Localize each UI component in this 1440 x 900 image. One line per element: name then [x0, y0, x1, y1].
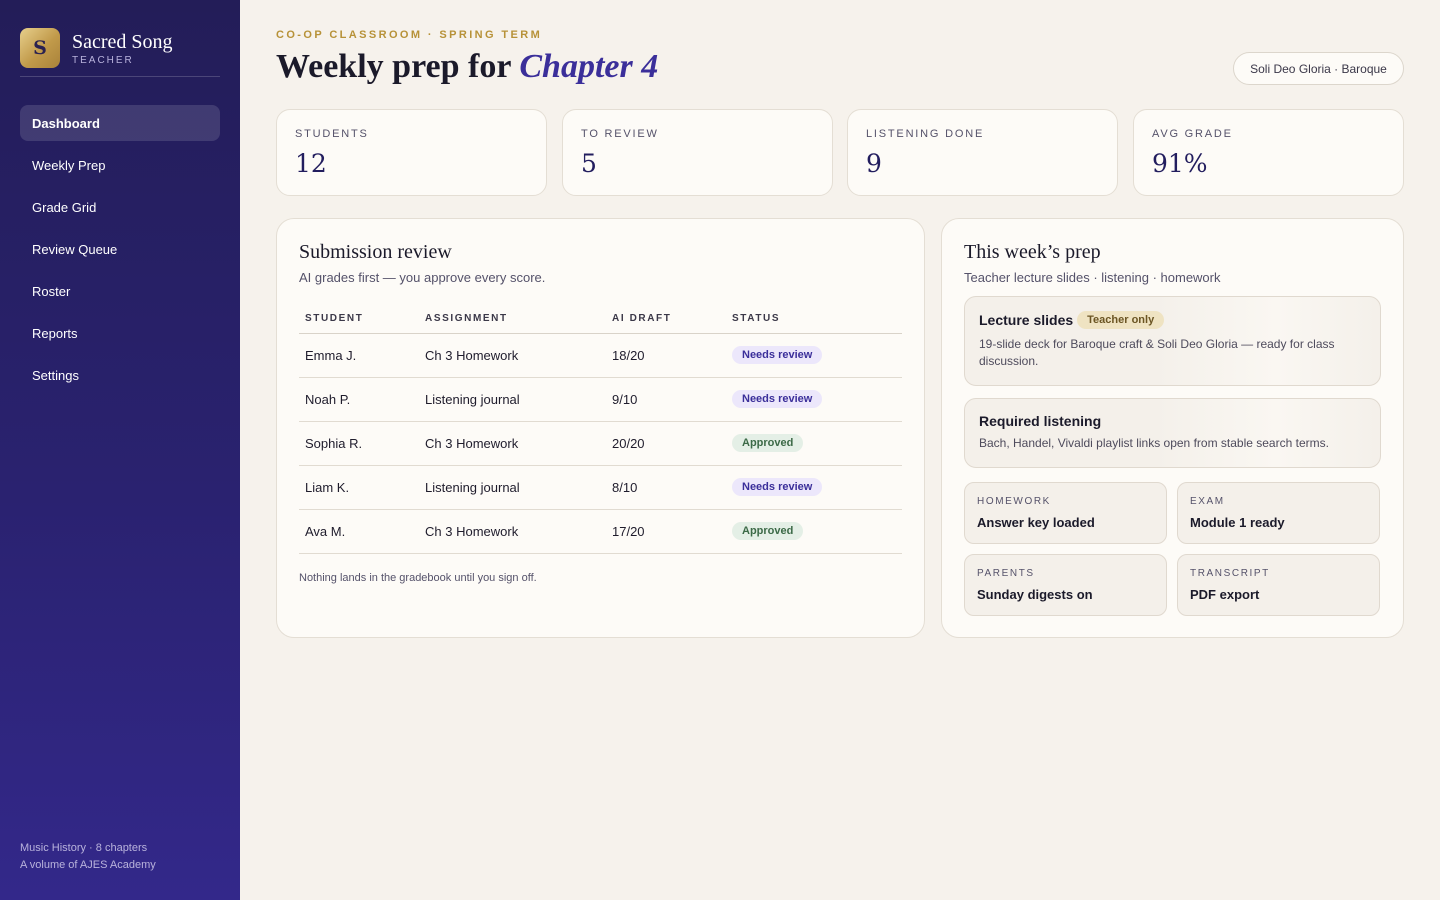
page-title: Weekly prep for Chapter 4	[276, 46, 658, 88]
cell-status: Needs review	[726, 377, 902, 422]
brand-text: Sacred Song TEACHER	[72, 31, 173, 66]
page-eyebrow: CO-OP CLASSROOM · SPRING TERM	[276, 29, 543, 41]
unit-chip[interactable]: Soli Deo Gloria · Baroque	[1233, 52, 1404, 85]
sidebar-item-settings[interactable]: Settings	[20, 357, 220, 393]
status-badge[interactable]: Needs review	[732, 390, 823, 408]
stat-value: 5	[581, 149, 597, 178]
cell-student: Sophia R.	[299, 421, 419, 466]
column-header-student[interactable]: STUDENT	[299, 304, 419, 334]
sidebar-item-dashboard[interactable]: Dashboard	[20, 105, 220, 141]
column-header-ai-draft[interactable]: AI DRAFT	[606, 304, 726, 334]
column-header-status[interactable]: STATUS	[726, 304, 902, 334]
lecture-slides-card[interactable]: Lecture slides Teacher only 19-slide dec…	[964, 296, 1381, 386]
sidebar-footer: Music History · 8 chapters A volume of A…	[20, 840, 156, 874]
stat-value: 12	[295, 149, 327, 178]
panel-subtitle: Teacher lecture slides · listening · hom…	[964, 270, 1221, 285]
cell-assignment: Ch 3 Homework	[419, 421, 606, 466]
course-info: Music History · 8 chapters	[20, 842, 148, 854]
table-footnote: Nothing lands in the gradebook until you…	[299, 571, 537, 584]
tile-label: EXAM	[1190, 496, 1225, 507]
table-header-row: STUDENT ASSIGNMENT AI DRAFT STATUS	[299, 304, 902, 334]
sidebar-nav: Dashboard Weekly Prep Grade Grid Review …	[20, 105, 220, 399]
status-badge[interactable]: Needs review	[732, 346, 823, 364]
cell-status: Approved	[726, 421, 902, 466]
exam-tile[interactable]: EXAM Module 1 ready	[1177, 482, 1380, 544]
lecture-slides-header: Lecture slides Teacher only	[979, 311, 1366, 329]
table-row[interactable]: Ava M. Ch 3 Homework 17/20 Approved	[299, 509, 902, 554]
cell-assignment: Listening journal	[419, 377, 606, 422]
stat-card-students: STUDENTS 12	[276, 109, 547, 196]
sidebar: S Sacred Song TEACHER Dashboard Weekly P…	[0, 0, 240, 900]
cell-student: Noah P.	[299, 377, 419, 422]
cell-status: Needs review	[726, 465, 902, 510]
tile-value: Module 1 ready	[1190, 515, 1285, 530]
cell-student: Liam K.	[299, 465, 419, 510]
tile-label: TRANSCRIPT	[1190, 568, 1270, 579]
page-title-prefix: Weekly prep for	[276, 48, 511, 85]
cell-ai-draft: 20/20	[606, 421, 726, 466]
stat-label: LISTENING DONE	[866, 128, 985, 140]
sidebar-item-reports[interactable]: Reports	[20, 315, 220, 351]
sidebar-item-weekly-prep[interactable]: Weekly Prep	[20, 147, 220, 183]
cell-ai-draft: 17/20	[606, 509, 726, 554]
stat-label: STUDENTS	[295, 128, 369, 140]
required-listening-header: Required listening	[979, 413, 1366, 429]
cell-student: Ava M.	[299, 509, 419, 554]
user-role: TEACHER	[72, 54, 134, 66]
status-badge[interactable]: Approved	[732, 522, 804, 540]
page-title-chapter: Chapter 4	[519, 48, 659, 85]
tile-value: Sunday digests on	[977, 587, 1093, 602]
brand[interactable]: S Sacred Song TEACHER	[20, 28, 173, 68]
column-header-assignment[interactable]: ASSIGNMENT	[419, 304, 606, 334]
stat-label: TO REVIEW	[581, 128, 659, 140]
tile-value: PDF export	[1190, 587, 1260, 602]
cell-ai-draft: 9/10	[606, 377, 726, 422]
status-badge[interactable]: Approved	[732, 434, 804, 452]
cell-ai-draft: 18/20	[606, 333, 726, 378]
sidebar-item-review-queue[interactable]: Review Queue	[20, 231, 220, 267]
panel-title: Submission review	[299, 241, 452, 263]
tile-label: HOMEWORK	[977, 496, 1051, 507]
required-listening-card[interactable]: Required listening Bach, Handel, Vivaldi…	[964, 398, 1381, 468]
cell-student: Emma J.	[299, 333, 419, 378]
app-name: Sacred Song	[72, 30, 173, 53]
stat-value: 91%	[1152, 149, 1208, 178]
tile-value: Answer key loaded	[977, 515, 1095, 530]
app-logo: S	[20, 28, 60, 68]
sidebar-item-roster[interactable]: Roster	[20, 273, 220, 309]
lecture-slides-description: 19-slide deck for Baroque craft & Soli D…	[979, 337, 1335, 368]
panel-subtitle: AI grades first — you approve every scor…	[299, 270, 546, 285]
table-row[interactable]: Noah P. Listening journal 9/10 Needs rev…	[299, 377, 902, 422]
stat-card-avg-grade: AVG GRADE 91%	[1133, 109, 1404, 196]
stat-card-listening-done: LISTENING DONE 9	[847, 109, 1118, 196]
parents-tile[interactable]: PARENTS Sunday digests on	[964, 554, 1167, 616]
required-listening-title: Required listening	[979, 413, 1102, 429]
stat-card-to-review: TO REVIEW 5	[562, 109, 833, 196]
cell-status: Needs review	[726, 333, 902, 378]
submission-table: STUDENT ASSIGNMENT AI DRAFT STATUS Emma …	[299, 304, 902, 554]
stat-value: 9	[866, 149, 882, 178]
stat-label: AVG GRADE	[1152, 128, 1233, 140]
cell-assignment: Ch 3 Homework	[419, 333, 606, 378]
submission-review-panel: Submission review AI grades first — you …	[276, 218, 925, 638]
academy-info: A volume of AJES Academy	[20, 859, 156, 871]
homework-tile[interactable]: HOMEWORK Answer key loaded	[964, 482, 1167, 544]
status-badge[interactable]: Needs review	[732, 478, 823, 496]
cell-assignment: Ch 3 Homework	[419, 509, 606, 554]
cell-ai-draft: 8/10	[606, 465, 726, 510]
tile-label: PARENTS	[977, 568, 1035, 579]
teacher-only-tag: Teacher only	[1077, 311, 1165, 329]
sidebar-item-grade-grid[interactable]: Grade Grid	[20, 189, 220, 225]
sidebar-divider	[20, 76, 220, 77]
table-row[interactable]: Emma J. Ch 3 Homework 18/20 Needs review	[299, 333, 902, 378]
panel-title: This week’s prep	[964, 241, 1101, 263]
table-row[interactable]: Liam K. Listening journal 8/10 Needs rev…	[299, 465, 902, 510]
transcript-tile[interactable]: TRANSCRIPT PDF export	[1177, 554, 1380, 616]
lecture-slides-title: Lecture slides	[979, 312, 1074, 328]
weekly-prep-panel: This week’s prep Teacher lecture slides …	[941, 218, 1404, 638]
cell-assignment: Listening journal	[419, 465, 606, 510]
table-row[interactable]: Sophia R. Ch 3 Homework 20/20 Approved	[299, 421, 902, 466]
required-listening-description: Bach, Handel, Vivaldi playlist links ope…	[979, 436, 1329, 450]
cell-status: Approved	[726, 509, 902, 554]
